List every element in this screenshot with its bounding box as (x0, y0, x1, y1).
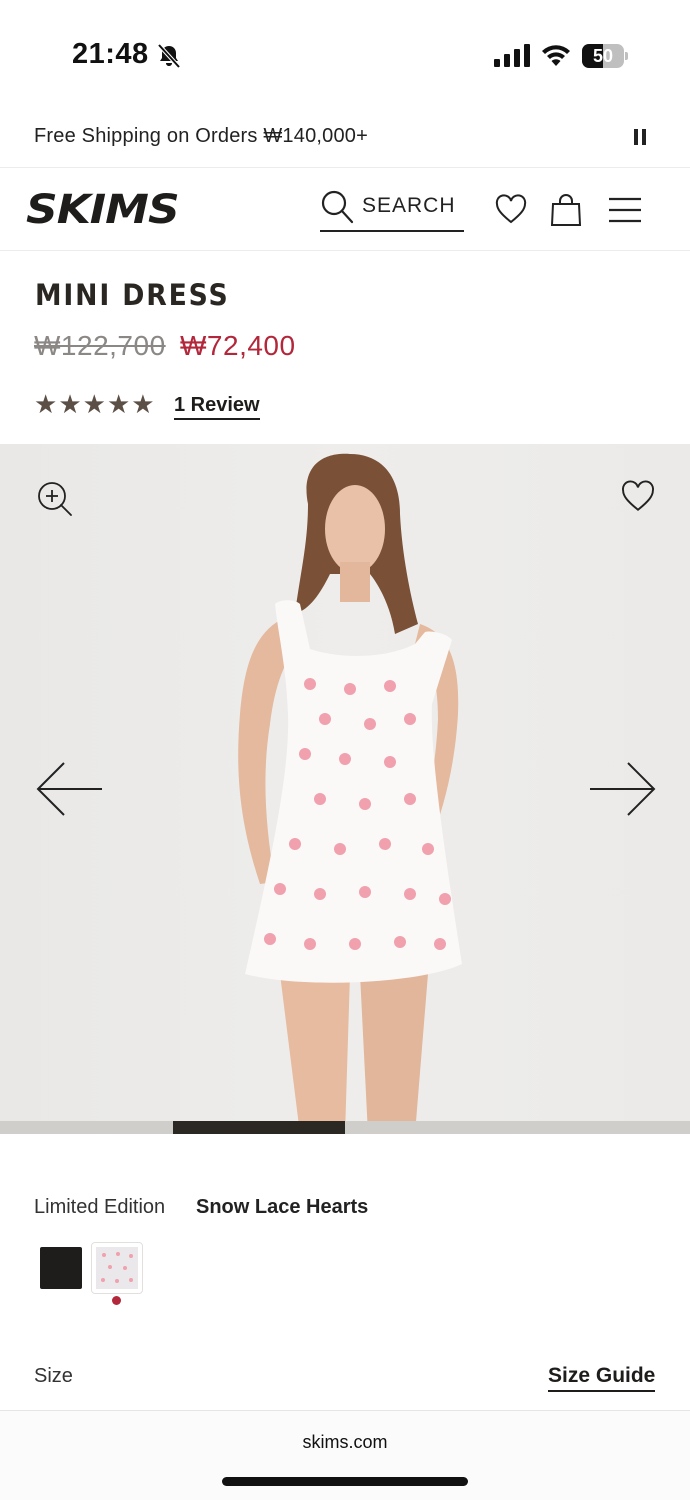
star-icon: ★ (106, 389, 131, 419)
bell-off-icon (157, 43, 181, 69)
battery-icon: 50 (582, 44, 628, 68)
search-icon (321, 190, 354, 224)
product-image (238, 453, 462, 1134)
bag-icon[interactable] (550, 192, 582, 228)
zoom-in-icon[interactable] (36, 480, 74, 518)
swatch-black[interactable] (40, 1247, 82, 1289)
gallery-progress-indicator (172, 1121, 345, 1134)
home-indicator[interactable] (222, 1477, 468, 1486)
arrow-right-icon[interactable] (588, 760, 658, 818)
swatch-snow-lace-hearts[interactable] (91, 1242, 143, 1294)
status-time: 21:48 (72, 38, 149, 70)
wifi-icon (542, 45, 570, 66)
star-icon: ★ (58, 389, 82, 419)
menu-icon[interactable] (607, 196, 643, 224)
product-title: MINI DRESS (35, 278, 230, 312)
review-link[interactable]: 1 Review (174, 394, 260, 420)
selected-swatch-indicator (112, 1296, 121, 1305)
search-label: SEARCH (362, 194, 456, 217)
size-label: Size (34, 1365, 73, 1387)
color-selector: Limited Edition Snow Lace Hearts (34, 1196, 368, 1219)
browser-address-bar[interactable] (0, 1410, 690, 1500)
cellular-signal-icon (494, 44, 530, 67)
pause-icon[interactable] (632, 126, 650, 150)
url-text[interactable]: skims.com (0, 1432, 690, 1453)
size-guide-link[interactable]: Size Guide (548, 1364, 656, 1392)
promo-text: Free Shipping on Orders ₩140,000+ (34, 125, 369, 147)
arrow-left-icon[interactable] (34, 760, 104, 818)
original-price: ₩122,700 (34, 330, 166, 361)
star-icon: ★ (34, 389, 58, 419)
battery-level: 50 (592, 46, 614, 66)
selected-color: Snow Lace Hearts (196, 1196, 369, 1218)
skims-logo[interactable]: SKIMS (26, 186, 180, 233)
star-icon: ★ (131, 389, 155, 419)
gallery-progress-track (0, 1121, 690, 1134)
search-input[interactable]: SEARCH (320, 186, 464, 232)
star-icon: ★ (82, 389, 106, 419)
heart-outline-icon[interactable] (620, 480, 656, 514)
promo-bar: Free Shipping on Orders ₩140,000+ (0, 110, 690, 168)
heart-icon[interactable] (495, 194, 527, 226)
star-rating: ★ ★ ★ ★ ★ (34, 390, 155, 418)
color-label: Limited Edition (34, 1196, 166, 1218)
sale-price: ₩72,400 (180, 330, 296, 361)
